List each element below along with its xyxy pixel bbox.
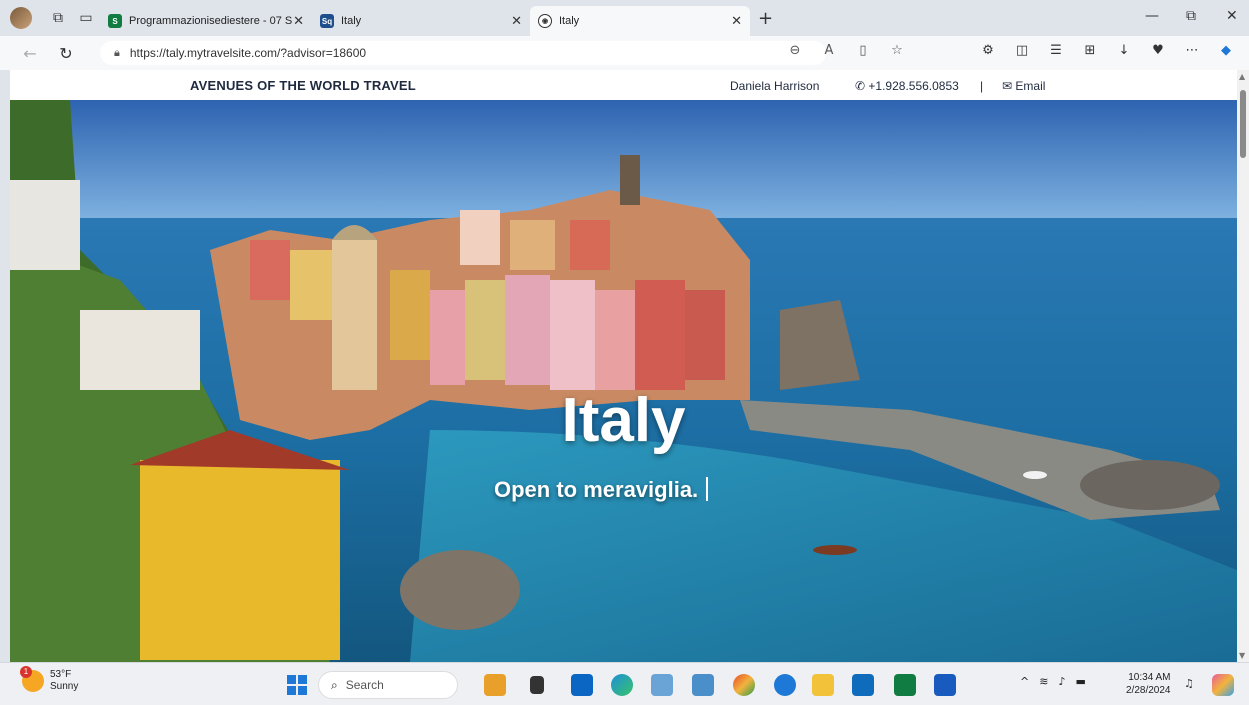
brand-name[interactable]: AVENUES OF THE WORLD TRAVEL bbox=[190, 78, 416, 93]
browser-tab-bar: ⧉ ▭ S Programmazionisediestere - 07 S ✕ … bbox=[0, 0, 1249, 36]
lock-icon[interactable]: 🔒︎ bbox=[114, 46, 120, 60]
clock-date: 2/28/2024 bbox=[1126, 685, 1171, 696]
hero-subtitle: Open to meraviglia. bbox=[494, 477, 709, 503]
search-icon: ⌕ bbox=[331, 677, 338, 692]
file-explorer-icon[interactable] bbox=[812, 674, 834, 696]
web-page: AVENUES OF THE WORLD TRAVEL Daniela Harr… bbox=[10, 70, 1237, 662]
start-button-windows-icon[interactable] bbox=[287, 675, 307, 695]
downloads-icon[interactable]: ↓ bbox=[1109, 43, 1139, 58]
weather-desc: Sunny bbox=[50, 681, 79, 692]
scroll-thumb[interactable] bbox=[1240, 90, 1246, 158]
hero-title: Italy bbox=[561, 386, 686, 455]
email-link[interactable]: ✉ Email bbox=[1002, 79, 1045, 93]
immersive-reader-icon[interactable]: ▯ bbox=[848, 43, 878, 58]
hero-subtitle-text: Open to meraviglia. bbox=[494, 477, 699, 502]
battery-icon[interactable]: ▬ bbox=[1075, 675, 1085, 688]
close-window-icon[interactable]: ✕ bbox=[1226, 8, 1238, 24]
tab-programmazioni[interactable]: S Programmazionisediestere - 07 S ✕ bbox=[100, 6, 312, 36]
page-scrollbar[interactable]: ▲ ▼ bbox=[1237, 70, 1249, 662]
envelope-icon: ✉ bbox=[1002, 79, 1013, 93]
weather-temp: 53°F bbox=[50, 669, 72, 680]
url-text: https://taly.mytravelsite.com/?advisor=1… bbox=[129, 46, 367, 60]
tab-label: Programmazionisediestere - 07 S bbox=[129, 15, 293, 27]
sun-icon: 1 bbox=[20, 666, 44, 692]
tab-actions-icon[interactable]: ▭ bbox=[72, 4, 100, 32]
restore-icon[interactable]: ⧉ bbox=[1186, 8, 1196, 24]
chevron-up-icon[interactable]: ^ bbox=[1020, 675, 1029, 688]
compass-favicon-icon: ◉ bbox=[538, 14, 552, 28]
excel-icon[interactable] bbox=[894, 674, 916, 696]
agent-name: Daniela Harrison bbox=[730, 79, 820, 93]
hero-banner: Italy Open to meraviglia. bbox=[10, 100, 1237, 662]
collections-icon[interactable]: ⊞ bbox=[1075, 43, 1105, 58]
copilot-icon[interactable]: ◆ bbox=[1211, 43, 1241, 58]
wifi-icon[interactable]: ≋ bbox=[1039, 675, 1048, 688]
phone-number: +1.928.556.0853 bbox=[868, 79, 959, 93]
search-placeholder: Search bbox=[345, 678, 384, 692]
notification-badge: 1 bbox=[20, 666, 32, 678]
performance-icon[interactable]: ♥ bbox=[1143, 43, 1173, 58]
notification-bell-icon[interactable]: ♫ bbox=[1184, 677, 1194, 690]
skype-icon[interactable] bbox=[774, 674, 796, 696]
scroll-up-icon[interactable]: ▲ bbox=[1239, 72, 1245, 81]
minimize-icon[interactable]: — bbox=[1145, 8, 1159, 24]
sharepoint-favicon-icon: S bbox=[108, 14, 122, 28]
back-icon[interactable]: ← bbox=[12, 44, 48, 63]
tab-italy-active[interactable]: ◉ Italy ✕ bbox=[530, 6, 750, 36]
zoom-icon[interactable]: ⊖ bbox=[780, 43, 810, 58]
new-tab-button[interactable]: + bbox=[758, 8, 773, 29]
split-screen-icon[interactable]: ◫ bbox=[1007, 43, 1037, 58]
word-icon[interactable] bbox=[934, 674, 956, 696]
chrome-icon[interactable] bbox=[733, 674, 755, 696]
weather-widget[interactable]: 1 53°F Sunny bbox=[20, 666, 79, 693]
workspaces-icon[interactable]: ⧉ bbox=[44, 4, 72, 32]
favorites-icon[interactable]: ☰ bbox=[1041, 43, 1071, 58]
site-favicon-icon: Sq bbox=[320, 14, 334, 28]
copilot-taskbar-icon[interactable] bbox=[1212, 674, 1234, 696]
close-tab-icon[interactable]: ✕ bbox=[511, 14, 522, 29]
taskbar-search[interactable]: ⌕ Search bbox=[318, 671, 458, 699]
header-separator: | bbox=[980, 79, 984, 93]
typing-caret bbox=[706, 477, 709, 501]
profile-avatar[interactable] bbox=[10, 7, 32, 29]
scroll-down-icon[interactable]: ▼ bbox=[1239, 651, 1245, 660]
hero-image-vernazza bbox=[10, 100, 1237, 662]
linkedin-icon[interactable] bbox=[571, 674, 593, 696]
tab-italy-1[interactable]: Sq Italy ✕ bbox=[312, 6, 530, 36]
phone-icon: ✆ bbox=[855, 79, 866, 93]
photos-app-icon[interactable] bbox=[692, 674, 714, 696]
tab-label: Italy bbox=[559, 15, 580, 27]
edge-browser-icon[interactable] bbox=[611, 674, 633, 696]
phone-link[interactable]: ✆ +1.928.556.0853 bbox=[855, 79, 959, 93]
flights-app-icon[interactable] bbox=[651, 674, 673, 696]
site-header: AVENUES OF THE WORLD TRAVEL Daniela Harr… bbox=[10, 70, 1237, 100]
close-tab-icon[interactable]: ✕ bbox=[293, 14, 304, 29]
extensions-icon[interactable]: ⚙ bbox=[973, 43, 1003, 58]
outlook-icon[interactable] bbox=[852, 674, 874, 696]
read-aloud-icon[interactable]: A bbox=[814, 43, 844, 58]
favorite-star-icon[interactable]: ☆ bbox=[882, 43, 912, 58]
windows-taskbar: 1 53°F Sunny ⌕ Search ^ ≋ ♪ ▬ 10:34 AM 2… bbox=[0, 662, 1249, 705]
clock[interactable]: 10:34 AM 2/28/2024 bbox=[1126, 671, 1171, 697]
terminal-app-icon[interactable] bbox=[530, 676, 544, 694]
refresh-icon[interactable]: ↻ bbox=[48, 44, 84, 63]
browser-toolbar: ← ↻ 🔒︎ https://taly.mytravelsite.com/?ad… bbox=[0, 36, 1249, 70]
system-tray: ^ ≋ ♪ ▬ bbox=[1020, 675, 1086, 688]
tab-label: Italy bbox=[341, 15, 362, 27]
clock-time: 10:34 AM bbox=[1128, 672, 1171, 683]
volume-icon[interactable]: ♪ bbox=[1058, 675, 1065, 688]
address-bar[interactable]: 🔒︎ https://taly.mytravelsite.com/?adviso… bbox=[100, 41, 826, 65]
close-tab-icon[interactable]: ✕ bbox=[731, 14, 742, 29]
more-icon[interactable]: ⋯ bbox=[1177, 43, 1207, 58]
briefcase-app-icon[interactable] bbox=[484, 674, 506, 696]
email-label: Email bbox=[1015, 79, 1046, 93]
